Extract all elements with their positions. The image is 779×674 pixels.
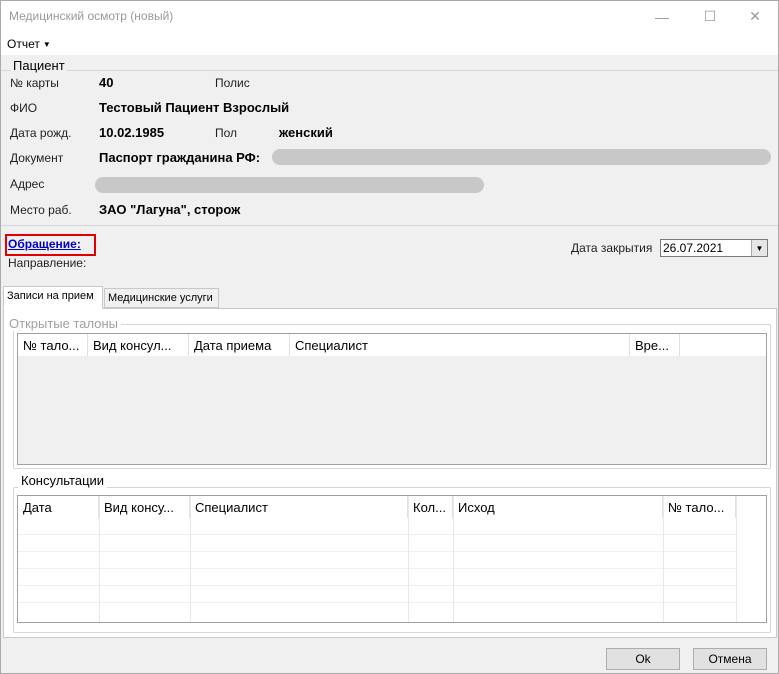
tab-appointments-label: Записи на прием — [7, 290, 94, 302]
close-date-picker[interactable]: 26.07.2021 ▼ — [660, 239, 768, 257]
column-divider — [99, 496, 100, 622]
col-ticket-number[interactable]: № тало... — [18, 334, 88, 356]
col-date[interactable]: Дата — [18, 496, 99, 518]
consultations-legend: Консультации — [18, 473, 108, 488]
sex-label: Пол — [215, 126, 238, 140]
col-outcome[interactable]: Исход — [453, 496, 663, 518]
open-tickets-header: № тало... Вид консул... Дата приема Спец… — [18, 334, 766, 356]
menu-report-label: Отчет — [7, 37, 40, 51]
birth-value: 10.02.1985 — [99, 125, 165, 140]
name-label: ФИО — [10, 101, 38, 115]
window-title: Медицинский осмотр (новый) — [9, 9, 174, 23]
birth-label: Дата рожд. — [10, 126, 72, 140]
cancel-button[interactable]: Отмена — [693, 648, 767, 670]
column-divider — [736, 496, 737, 622]
address-label: Адрес — [10, 177, 45, 191]
open-tickets-table[interactable]: № тало... Вид консул... Дата приема Спец… — [17, 333, 767, 465]
col-appointment-date[interactable]: Дата приема — [189, 334, 290, 356]
redacted-document-number — [272, 149, 771, 165]
col-time[interactable]: Вре... — [630, 334, 680, 356]
open-tickets-legend: Открытые талоны — [6, 316, 121, 331]
maximize-icon[interactable]: ☐ — [687, 1, 733, 32]
tab-medical-services-label: Медицинские услуги — [108, 292, 213, 304]
document-label: Документ — [10, 151, 64, 165]
direction-label: Направление: — [8, 256, 87, 270]
table-row[interactable] — [18, 603, 736, 620]
minimize-icon[interactable]: — — [639, 1, 685, 32]
appeal-link[interactable]: Обращение: — [8, 237, 81, 251]
patient-legend: Пациент — [11, 58, 67, 73]
close-date-value: 26.07.2021 — [663, 241, 724, 255]
tab-panel: Открытые талоны № тало... Вид консул... … — [3, 308, 777, 638]
ok-button[interactable]: Ok — [606, 648, 680, 670]
sex-value: женский — [279, 125, 333, 140]
column-divider — [453, 496, 454, 622]
tab-medical-services[interactable]: Медицинские услуги — [104, 288, 219, 308]
patient-group-line — [1, 70, 778, 71]
close-icon[interactable]: ✕ — [732, 1, 778, 32]
redacted-address — [95, 177, 484, 193]
column-divider — [408, 496, 409, 622]
menu-report[interactable]: Отчет ▼ — [7, 37, 51, 51]
work-value: ЗАО "Лагуна", сторож — [99, 202, 241, 217]
close-date-label: Дата закрытия — [571, 241, 653, 255]
card-label: № карты — [10, 76, 59, 90]
document-value: Паспорт гражданина РФ: — [99, 150, 261, 165]
table-row[interactable] — [18, 569, 736, 586]
table-row[interactable] — [18, 552, 736, 569]
table-row[interactable] — [18, 518, 736, 535]
column-divider — [663, 496, 664, 622]
dialog-window: Медицинский осмотр (новый) — ☐ ✕ Отчет ▼ … — [0, 0, 779, 674]
patient-group-bottom — [1, 225, 778, 226]
menu-bar: Отчет ▼ — [1, 32, 778, 55]
col-count[interactable]: Кол... — [408, 496, 453, 518]
card-value: 40 — [99, 75, 114, 90]
col-consult-type[interactable]: Вид консу... — [99, 496, 190, 518]
col-ticket-number[interactable]: № тало... — [663, 496, 736, 518]
tab-appointments[interactable]: Записи на прием — [3, 286, 103, 309]
consultations-header: Дата Вид консу... Специалист Кол... Исхо… — [18, 496, 766, 518]
policy-label: Полис — [215, 76, 250, 90]
table-row[interactable] — [18, 586, 736, 603]
consultations-table[interactable]: Дата Вид консу... Специалист Кол... Исхо… — [17, 495, 767, 623]
col-specialist[interactable]: Специалист — [290, 334, 630, 356]
column-divider — [190, 496, 191, 622]
name-value: Тестовый Пациент Взрослый — [99, 100, 290, 115]
dropdown-arrow-icon[interactable]: ▼ — [751, 240, 767, 256]
title-bar: Медицинский осмотр (новый) — ☐ ✕ — [1, 1, 778, 32]
work-label: Место раб. — [10, 203, 72, 217]
chevron-down-icon: ▼ — [42, 40, 51, 50]
col-specialist[interactable]: Специалист — [190, 496, 408, 518]
col-consult-type[interactable]: Вид консул... — [88, 334, 189, 356]
table-row[interactable] — [18, 535, 736, 552]
